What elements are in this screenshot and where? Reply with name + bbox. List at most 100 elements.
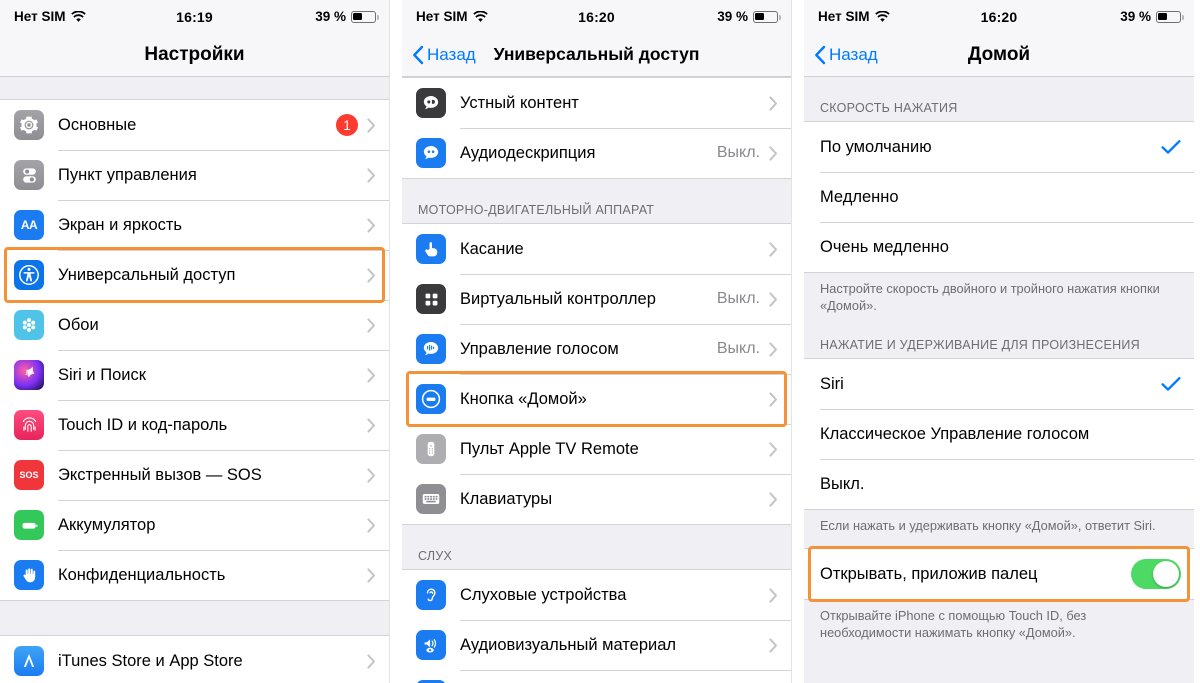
sidebar-item-touch-id[interactable]: Touch ID и код-пароль xyxy=(0,400,389,450)
row-rest-finger-to-open[interactable]: Открывать, приложив палец xyxy=(804,546,1194,603)
sidebar-item-emergency-sos[interactable]: SOS Экстренный вызов — SOS xyxy=(0,450,389,500)
chevron-right-icon xyxy=(367,117,376,133)
phone-screen-home-button: Нет SIM 16:20 39 % Назад Домой СКОРОСТЬ … xyxy=(804,0,1194,683)
privacy-hand-icon xyxy=(14,560,44,590)
chevron-right-icon xyxy=(769,291,778,307)
sidebar-item-control-center[interactable]: Пункт управления xyxy=(0,150,389,200)
accessibility-list[interactable]: Устный контент Аудиодескрипция Выкл. МОТ… xyxy=(402,77,791,683)
sidebar-item-display-brightness[interactable]: AA Экран и яркость xyxy=(0,200,389,250)
sidebar-item-label: Обои xyxy=(58,315,99,334)
sidebar-item-app-store[interactable]: iTunes Store и App Store xyxy=(0,636,389,683)
chevron-right-icon xyxy=(367,417,376,433)
option-classic-voice-control[interactable]: Классическое Управление голосом xyxy=(804,409,1194,460)
section-header-motor: МОТОРНО-ДВИГАТЕЛЬНЫЙ АППАРАТ xyxy=(402,203,791,223)
sos-icon: SOS xyxy=(14,460,44,490)
chevron-right-icon xyxy=(367,517,376,533)
list-item-voice-control[interactable]: Управление голосом Выкл. xyxy=(402,324,791,374)
list-item-label: Клавиатуры xyxy=(460,489,553,508)
checkmark-icon xyxy=(1161,139,1181,155)
battery-percent-label: 39 % xyxy=(1120,9,1151,24)
chevron-right-icon xyxy=(769,637,778,653)
rest-finger-group: Открывать, приложив палец xyxy=(804,546,1194,603)
chevron-right-icon xyxy=(367,217,376,233)
keyboard-icon xyxy=(416,484,446,514)
back-button[interactable]: Назад xyxy=(814,45,878,65)
sidebar-item-wallpaper[interactable]: Обои xyxy=(0,300,389,350)
list-item-audiovisual[interactable]: Аудиовизуальный материал xyxy=(402,620,791,670)
phone-screen-settings: Нет SIM 16:19 39 % Настройки Основные 1 … xyxy=(0,0,390,683)
accessibility-icon xyxy=(14,260,44,290)
hearing-devices-icon xyxy=(416,580,446,610)
battery-icon xyxy=(351,10,379,23)
settings-list[interactable]: Основные 1 Пункт управления AA Экран и я… xyxy=(0,77,389,683)
sidebar-item-siri-search[interactable]: Siri и Поиск xyxy=(0,350,389,400)
chevron-right-icon xyxy=(769,441,778,457)
rest-finger-toggle[interactable] xyxy=(1131,559,1181,590)
app-store-icon xyxy=(14,646,44,676)
section-header-motor-wrap: МОТОРНО-ДВИГАТЕЛЬНЫЙ АППАРАТ xyxy=(402,179,791,223)
back-button[interactable]: Назад xyxy=(412,45,476,65)
nav-bar-accessibility: Назад Универсальный доступ xyxy=(402,33,791,77)
sidebar-item-label: Аккумулятор xyxy=(58,515,156,534)
status-bar: Нет SIM 16:20 39 % xyxy=(402,0,791,33)
accessibility-group-hearing: Слуховые устройства Аудиовизуальный мате… xyxy=(402,569,791,683)
accessibility-group-motor: Касание Виртуальный контроллер Выкл. Упр… xyxy=(402,223,791,525)
list-item-label: Кнопка «Домой» xyxy=(460,389,587,408)
list-item-label: Виртуальный контроллер xyxy=(460,289,656,308)
settings-group-1: Основные 1 Пункт управления AA Экран и я… xyxy=(0,99,389,601)
sidebar-item-label: Универсальный доступ xyxy=(58,265,236,284)
section-header-press-hold: НАЖАТИЕ И УДЕРЖИВАНИЕ ДЛЯ ПРОИЗНЕСЕНИЯ xyxy=(804,338,1194,359)
list-item-switch-control[interactable]: Виртуальный контроллер Выкл. xyxy=(402,274,791,324)
nav-bar-home-button: Назад Домой xyxy=(804,33,1194,77)
option-slowest[interactable]: Очень медленно xyxy=(804,222,1194,272)
section-header-click-speed: СКОРОСТЬ НАЖАТИЯ xyxy=(804,101,1194,121)
list-item-touch[interactable]: Касание xyxy=(402,224,791,274)
option-label: Выкл. xyxy=(820,474,865,493)
chevron-right-icon xyxy=(769,145,778,161)
chevron-right-icon xyxy=(769,95,778,111)
sidebar-item-label: Touch ID и код-пароль xyxy=(58,415,228,434)
list-item-keyboards[interactable]: Клавиатуры xyxy=(402,474,791,524)
speech-icon xyxy=(416,88,446,118)
battery-percent-label: 39 % xyxy=(717,9,748,24)
list-item-label: Аудиодескрипция xyxy=(460,143,596,162)
touch-id-icon xyxy=(14,410,44,440)
screenshot-root: Нет SIM 16:19 39 % Настройки Основные 1 … xyxy=(0,0,1200,683)
checkmark-icon xyxy=(1161,376,1181,392)
sidebar-item-label: iTunes Store и App Store xyxy=(58,651,243,670)
list-item-audio-description[interactable]: Аудиодескрипция Выкл. xyxy=(402,128,791,178)
option-label: По умолчанию xyxy=(820,137,932,156)
list-item-label: Пульт Apple TV Remote xyxy=(460,439,639,458)
sidebar-item-label: Конфиденциальность xyxy=(58,565,226,584)
list-item-hearing-devices[interactable]: Слуховые устройства xyxy=(402,570,791,620)
section-header-press-hold-wrap: НАЖАТИЕ И УДЕРЖИВАНИЕ ДЛЯ ПРОИЗНЕСЕНИЯ xyxy=(804,314,1194,359)
sidebar-item-privacy[interactable]: Конфиденциальность xyxy=(0,550,389,600)
notification-badge: 1 xyxy=(336,114,358,136)
list-item-subtitles[interactable]: Субтитры и Скрытые субтитры xyxy=(402,670,791,683)
wallpaper-icon xyxy=(14,310,44,340)
list-item-apple-tv-remote[interactable]: Пульт Apple TV Remote xyxy=(402,424,791,474)
gear-icon xyxy=(14,110,44,140)
sidebar-item-battery[interactable]: Аккумулятор xyxy=(0,500,389,550)
footnote-press-hold: Если нажать и удерживать кнопку «Домой»,… xyxy=(804,510,1194,535)
option-slow[interactable]: Медленно xyxy=(804,172,1194,222)
footnote-rest-finger: Открывайте iPhone с помощью Touch ID, бе… xyxy=(804,600,1194,642)
option-siri[interactable]: Siri xyxy=(804,359,1194,410)
chevron-right-icon xyxy=(769,587,778,603)
home-button-list[interactable]: СКОРОСТЬ НАЖАТИЯ По умолчанию Медленно О… xyxy=(804,77,1194,683)
home-button-icon xyxy=(416,384,446,414)
chevron-right-icon xyxy=(367,267,376,283)
audiovisual-icon xyxy=(416,630,446,660)
click-speed-group: По умолчанию Медленно Очень медленно xyxy=(804,121,1194,273)
sidebar-item-label: Основные xyxy=(58,115,137,134)
sidebar-item-general[interactable]: Основные 1 xyxy=(0,100,389,150)
list-item-spoken-content[interactable]: Устный контент xyxy=(402,78,791,128)
assistive-touch-icon xyxy=(416,284,446,314)
chevron-right-icon xyxy=(367,567,376,583)
option-default[interactable]: По умолчанию xyxy=(804,122,1194,172)
option-off[interactable]: Выкл. xyxy=(804,459,1194,510)
chevron-left-icon xyxy=(814,45,826,65)
sidebar-item-accessibility[interactable]: Универсальный доступ xyxy=(0,247,389,303)
list-item-home-button[interactable]: Кнопка «Домой» xyxy=(402,371,791,427)
chevron-right-icon xyxy=(367,317,376,333)
